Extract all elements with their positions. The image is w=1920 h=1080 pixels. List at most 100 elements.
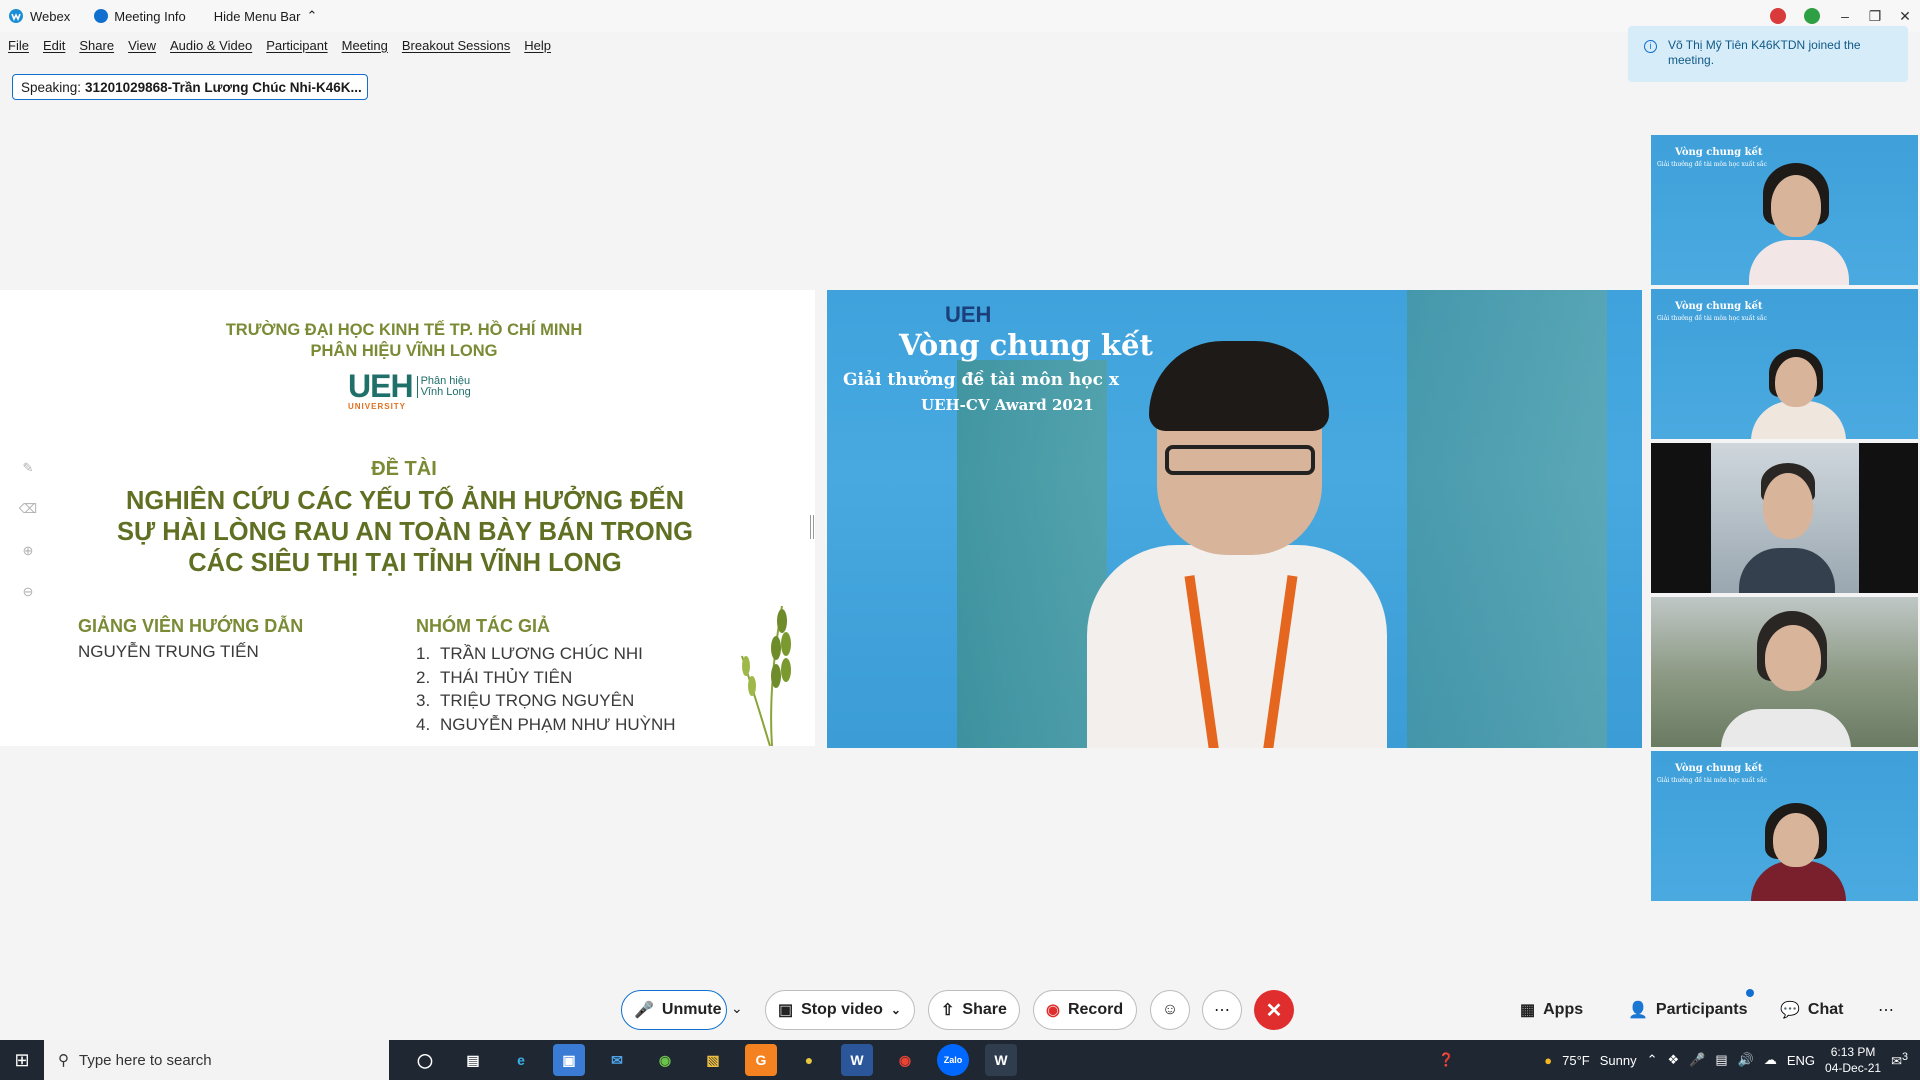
search-placeholder: Type here to search [79,1051,212,1069]
close-icon[interactable]: ✕ [1890,8,1920,25]
chrome-icon[interactable]: ◉ [889,1044,921,1076]
hide-menu-label: Hide Menu Bar [213,8,301,24]
onedrive-cloud-icon[interactable]: ☁ [1764,1052,1777,1068]
leave-meeting-button[interactable]: ✕ [1254,990,1294,1030]
share-button[interactable]: ⇧ Share [928,990,1020,1030]
taskbar-search-box[interactable]: ⚲ Type here to search [44,1040,389,1080]
ueh-logo-university: UNIVERSITY [348,402,407,411]
file-explorer-icon[interactable]: ▧ [697,1044,729,1076]
chevron-up-icon: ⌃ [306,8,318,23]
magnifier-icon: ⚲ [58,1052,69,1069]
language-indicator[interactable]: ENG [1787,1053,1815,1068]
topic-line-3: CÁC SIÊU THỊ TẠI TỈNH VĨNH LONG [188,549,622,577]
taskbar-clock[interactable]: 6:13 PM 04-Dec-21 [1825,1044,1881,1076]
app-green-icon[interactable]: ◉ [649,1044,681,1076]
mail-icon[interactable]: ✉ [601,1044,633,1076]
menu-file[interactable]: File [8,38,29,53]
audio-options-chevron-icon[interactable]: ⌄ [731,1000,743,1017]
network-icon[interactable]: ▤ [1715,1052,1727,1068]
participant-thumbnail[interactable] [1651,597,1918,747]
menu-audio-video[interactable]: Audio & Video [170,38,252,53]
video-camera-icon: ▣ [778,1002,794,1019]
record-button[interactable]: ◉ Record [1033,990,1137,1030]
minimize-icon[interactable]: – [1830,8,1860,24]
volume-icon[interactable]: 🔊 [1738,1052,1754,1068]
menu-meeting[interactable]: Meeting [342,38,388,53]
ueh-logo: UEH UNIVERSITY Phân hiệu Vĩnh Long [348,368,471,411]
menu-edit[interactable]: Edit [43,38,65,53]
reactions-button[interactable]: ☺ [1150,990,1190,1030]
ueh-logo-text: UEH [348,368,414,404]
speaking-label: Speaking: [21,79,82,95]
virtual-bg-award: UEH-CV Award 2021 [921,396,1094,414]
more-options-button[interactable]: ⋯ [1202,990,1242,1030]
menu-share[interactable]: Share [79,38,114,53]
participants-button[interactable]: 👤 Participants [1628,990,1748,1030]
main-speaker-video[interactable]: UEH Vòng chung kết Giải thưởng đề tài mô… [827,290,1642,748]
participant-thumbnail[interactable]: Vòng chung kết Giải thưởng đề tài môn họ… [1651,289,1918,439]
help-icon[interactable]: ❓ [1438,1052,1454,1068]
participant-thumbnail[interactable]: Vòng chung kết Giải thưởng đề tài môn họ… [1651,135,1918,285]
participant-thumbnail[interactable] [1651,443,1918,593]
task-view-icon[interactable]: ▤ [457,1044,489,1076]
cortana-icon[interactable]: ◯ [409,1044,441,1076]
thumb-subtitle: Giải thưởng đề tài môn học xuất sắc [1657,315,1767,322]
app-name: Webex [30,8,71,24]
close-x-icon: ✕ [1265,999,1283,1022]
pane-resize-handle[interactable] [810,515,814,539]
zoom-out-icon[interactable]: ⊖ [23,584,34,600]
edge-browser-icon[interactable]: e [505,1044,537,1076]
chevron-down-icon[interactable]: ⌄ [891,1003,901,1017]
notification-center-icon[interactable]: ✉3 [1891,1051,1908,1069]
thumb-subtitle: Giải thưởng đề tài môn học xuất sắc [1657,161,1767,168]
foxit-reader-icon[interactable]: G [745,1044,777,1076]
shared-content-slide: TRƯỜNG ĐẠI HỌC KINH TẾ TP. HỒ CHÍ MINH P… [0,290,815,746]
restore-icon[interactable]: ❐ [1860,8,1890,25]
share-label: Share [962,1001,1007,1018]
chat-bubble-icon: 💬 [1780,1002,1800,1019]
author-item: 3. TRIỆU TRỌNG NGUYÊN [416,691,635,710]
participant-thumbnail[interactable]: Vòng chung kết Giải thưởng đề tài môn họ… [1651,751,1918,901]
stop-video-button[interactable]: ▣ Stop video ⌄ [765,990,915,1030]
menu-view[interactable]: View [128,38,156,53]
apps-grid-icon: ▦ [1520,1002,1536,1019]
tray-chevron-up-icon[interactable]: ⌃ [1647,1052,1658,1068]
ueh-logo-sub: Phân hiệu Vĩnh Long [416,376,471,398]
unmute-label: Unmute [661,1001,722,1018]
dropbox-icon[interactable]: ❖ [1668,1052,1680,1068]
clock-date: 04-Dec-21 [1825,1061,1882,1075]
background-wall-right [1407,290,1607,748]
recording-indicator-icon[interactable] [1770,8,1786,24]
weather-desc[interactable]: Sunny [1600,1053,1637,1068]
store-icon[interactable]: ▣ [553,1044,585,1076]
topic-heading: ĐỀ TÀI [371,458,437,480]
meeting-controls: 🎤 Unmute ⌄ ▣ Stop video ⌄ ⇧ Share ◉ Reco… [0,980,1920,1040]
advisor-name: NGUYỄN TRUNG TIẾN [78,642,259,661]
microphone-icon[interactable]: 🎤 [1689,1052,1705,1068]
hide-menu-bar-button[interactable]: Hide Menu Bar ⌃ [214,8,318,24]
taskbar-apps: ◯ ▤ e ▣ ✉ ◉ ▧ G ● W ◉ Zalo W [409,1044,1017,1076]
menu-participant[interactable]: Participant [266,38,327,53]
meeting-info-button[interactable]: Meeting Info [94,9,186,24]
authors-list: 1. TRẦN LƯƠNG CHÚC NHI 2. THÁI THỦY TIÊN 3… [416,642,676,736]
more-ellipsis-icon[interactable]: ⋯ [1878,990,1894,1030]
zoom-in-icon[interactable]: ⊕ [23,543,34,559]
weather-temp[interactable]: 75°F [1562,1053,1590,1068]
unmute-button[interactable]: 🎤 Unmute [621,990,727,1030]
topic-line-2: SỰ HÀI LÒNG RAU AN TOÀN BÀY BÁN TRONG [116,518,694,546]
chat-button[interactable]: 💬 Chat [1780,990,1843,1030]
record-label: Record [1067,1001,1124,1018]
record-icon: ◉ [1046,1002,1060,1019]
windows-start-icon[interactable]: ⊞ [0,1040,44,1080]
annotate-icon[interactable]: ✎ [23,460,34,476]
school-name: TRƯỜNG ĐẠI HỌC KINH TẾ TP. HỒ CHÍ MINH P… [0,320,808,362]
network-signal-icon[interactable] [1804,8,1820,24]
menu-breakout-sessions[interactable]: Breakout Sessions [402,38,510,53]
app-yellow-icon[interactable]: ● [793,1044,825,1076]
webex-taskbar-icon[interactable]: W [985,1044,1017,1076]
word-icon[interactable]: W [841,1044,873,1076]
eraser-icon[interactable]: ⌫ [19,501,37,517]
apps-button[interactable]: ▦ Apps [1520,990,1583,1030]
menu-help[interactable]: Help [524,38,551,53]
zalo-icon[interactable]: Zalo [937,1044,969,1076]
